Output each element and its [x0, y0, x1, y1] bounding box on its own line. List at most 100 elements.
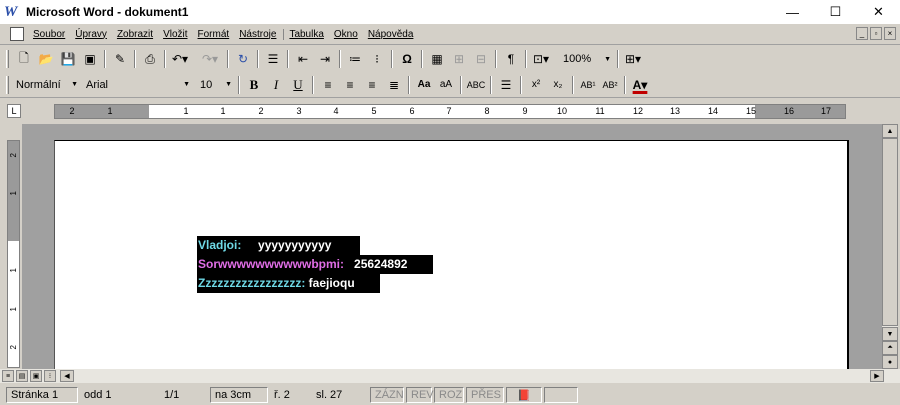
font-size-select[interactable]: 10 ▼ — [197, 75, 235, 94]
text-direction-icon[interactable]: aA — [435, 74, 457, 96]
outline-view-icon[interactable]: ⁝ — [44, 370, 56, 382]
align-justify-icon[interactable]: ≣ — [383, 74, 405, 96]
status-extend[interactable]: ROZ — [434, 387, 464, 403]
document-page[interactable]: Vladjoi: yyyyyyyyyyy Sorwwwwwwwwwwbpmi: … — [54, 140, 849, 369]
toolbar-separator — [287, 50, 289, 68]
status-record-macro[interactable]: ZÁZN — [370, 387, 404, 403]
document-icon[interactable] — [10, 27, 24, 41]
decrease-indent-icon[interactable]: ⇤ — [292, 48, 314, 70]
menu-napoveda[interactable]: Nápověda — [363, 29, 419, 40]
toolbar-separator — [257, 50, 259, 68]
font-select[interactable]: Arial ▼ — [83, 75, 193, 94]
toolbar-grip[interactable] — [6, 50, 9, 68]
style-select[interactable]: Normální ▼ — [13, 75, 81, 94]
subscript-icon[interactable]: x₂ — [547, 74, 569, 96]
save-icon[interactable]: 💾 — [57, 48, 79, 70]
numbering-icon[interactable]: ≔ — [344, 48, 366, 70]
scroll-down-icon[interactable]: ▼ — [882, 327, 898, 341]
toolbar-separator — [339, 50, 341, 68]
change-case-icon[interactable]: Aa — [413, 74, 435, 96]
tab-selector-icon[interactable]: L — [7, 104, 21, 118]
scroll-up-icon[interactable]: ▲ — [882, 124, 898, 138]
insert-table-icon[interactable]: ▦ — [426, 48, 448, 70]
browse-object-icon[interactable]: ● — [882, 355, 898, 369]
small-caps-icon[interactable]: ABC — [465, 74, 487, 96]
borders-icon[interactable]: ⊡▾ — [530, 48, 552, 70]
grow-font-icon[interactable]: AB¹ — [577, 74, 599, 96]
align-center-icon[interactable]: ≡ — [339, 74, 361, 96]
print-layout-icon[interactable]: ▣ — [30, 370, 42, 382]
print-preview-icon[interactable]: ⎙ — [139, 48, 161, 70]
toolbar-separator — [520, 75, 522, 94]
line-spacing-icon[interactable]: ☰ — [495, 74, 517, 96]
document-line[interactable]: Zzzzzzzzzzzzzzzzz: faejioqu — [197, 274, 380, 293]
save-as-icon[interactable]: ▣ — [79, 48, 101, 70]
web-layout-icon[interactable]: ▤ — [16, 370, 28, 382]
menu-soubor[interactable]: Soubor — [28, 29, 70, 40]
redo-icon[interactable]: ↷▾ — [199, 48, 221, 70]
scroll-right-icon[interactable]: ▶ — [870, 370, 884, 382]
split-cells-icon[interactable]: ⊞ — [448, 48, 470, 70]
menu-upravy[interactable]: Úpravy — [70, 29, 112, 40]
scroll-left-icon[interactable]: ◀ — [60, 370, 74, 382]
shrink-font-icon[interactable]: AB² — [599, 74, 621, 96]
symbol-omega-icon[interactable]: Ω — [396, 48, 418, 70]
refresh-icon[interactable]: ↻ — [232, 48, 254, 70]
italic-button[interactable]: I — [265, 74, 287, 96]
vertical-scrollbar[interactable]: ▲ ▼ ⏶ ● — [882, 124, 898, 369]
toolbar-separator — [421, 50, 423, 68]
spelling-book-icon[interactable]: 📕 — [506, 387, 542, 403]
new-document-icon[interactable]: 🗋 — [13, 48, 35, 70]
doc-close-button[interactable]: × — [884, 27, 896, 40]
ruler-number: 1 — [9, 307, 18, 312]
toolbar-separator — [490, 75, 492, 94]
font-color-icon[interactable]: A▾ — [629, 74, 651, 96]
superscript-icon[interactable]: x² — [525, 74, 547, 96]
horizontal-scroll-track[interactable] — [74, 370, 870, 382]
word-logo-icon: W — [4, 4, 18, 20]
previous-page-icon[interactable]: ⏶ — [882, 341, 898, 355]
document-area: Vladjoi: yyyyyyyyyyy Sorwwwwwwwwwwbpmi: … — [22, 124, 882, 369]
toolbar-separator — [617, 50, 619, 68]
status-overtype[interactable]: PŘES — [466, 387, 504, 403]
maximize-button[interactable]: ☐ — [814, 0, 857, 24]
merge-cells-icon[interactable]: ⊟ — [470, 48, 492, 70]
bold-button[interactable]: B — [243, 74, 265, 96]
doc-minimize-button[interactable]: _ — [856, 27, 868, 40]
open-folder-icon[interactable]: 📂 — [35, 48, 57, 70]
pilcrow-icon[interactable]: ¶ — [500, 48, 522, 70]
status-empty-cell — [544, 387, 578, 403]
menu-okno[interactable]: Okno — [329, 29, 363, 40]
ruler-number: 5 — [371, 106, 377, 116]
menu-vlozit[interactable]: Vložit — [158, 29, 192, 40]
vertical-ruler[interactable]: 2 1 1 1 2 — [7, 140, 20, 368]
toolbar-grip[interactable] — [6, 75, 9, 94]
status-column: sl. 27 — [316, 389, 343, 401]
bullets-icon[interactable]: ⁝ — [366, 48, 388, 70]
menu-zobrazit[interactable]: Zobrazit — [112, 29, 158, 40]
format-painter-icon[interactable]: ✎ — [109, 48, 131, 70]
doc-restore-button[interactable]: ▫ — [870, 27, 882, 40]
document-line[interactable]: Sorwwwwwwwwwwbpmi: 25624892 — [197, 255, 433, 274]
menu-nastroje[interactable]: Nástroje — [234, 29, 281, 40]
close-button[interactable]: ✕ — [857, 0, 900, 24]
align-right-icon[interactable]: ≡ — [361, 74, 383, 96]
scroll-thumb[interactable] — [882, 138, 898, 326]
underline-button[interactable]: U — [287, 74, 309, 96]
increase-indent-icon[interactable]: ⇥ — [314, 48, 336, 70]
normal-view-icon[interactable]: ≡ — [2, 370, 14, 382]
ruler-number: 14 — [707, 106, 719, 116]
table-borders-icon[interactable]: ⊞▾ — [622, 48, 644, 70]
zoom-select[interactable]: 100% ▼ — [560, 49, 614, 69]
justify-icon[interactable]: ☰ — [262, 48, 284, 70]
undo-icon[interactable]: ↶▾ — [169, 48, 191, 70]
status-track-changes[interactable]: REV — [406, 387, 434, 403]
document-line[interactable]: Vladjoi: yyyyyyyyyyy — [197, 236, 360, 255]
menu-format[interactable]: Formát — [193, 29, 235, 40]
menu-tabulka[interactable]: Tabulka — [283, 28, 328, 40]
minimize-button[interactable]: — — [771, 0, 814, 24]
horizontal-ruler[interactable]: 2 1 1 1 2 3 4 5 6 7 8 9 10 11 12 13 14 1… — [54, 104, 846, 119]
toolbar-separator — [572, 75, 574, 94]
field-label: Sorwwwwwwwwwwbpmi: — [198, 257, 345, 271]
align-left-icon[interactable]: ≡ — [317, 74, 339, 96]
